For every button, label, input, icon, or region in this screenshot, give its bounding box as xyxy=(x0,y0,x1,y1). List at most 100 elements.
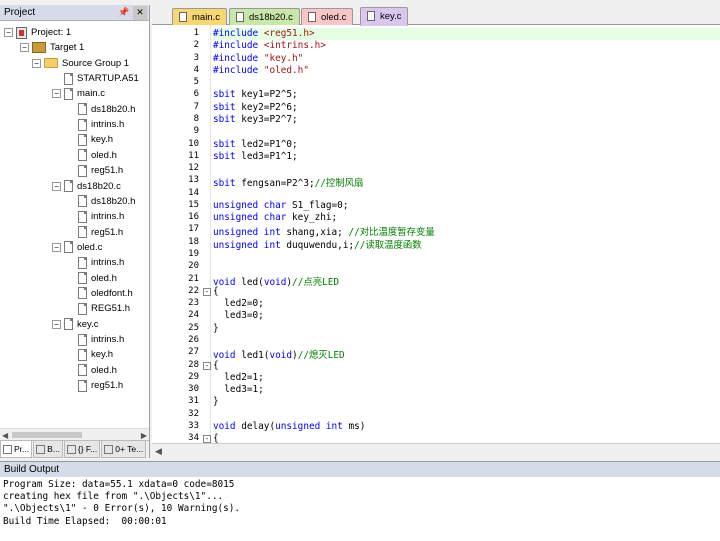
line-number: 3 xyxy=(193,52,199,63)
code-line[interactable]: sbit key2=P2^6; xyxy=(213,102,298,114)
build-output-text[interactable]: Program Size: data=55.1 xdata=0 code=801… xyxy=(0,477,720,530)
code-token: unsigned int xyxy=(213,239,287,251)
code-line[interactable]: { xyxy=(213,433,219,443)
tree-item-file[interactable]: intrins.h xyxy=(66,332,124,347)
code-line[interactable]: unsigned char S1_flag=0; xyxy=(213,200,348,212)
collapse-toggle-icon[interactable]: − xyxy=(52,319,61,329)
fold-toggle-icon[interactable]: - xyxy=(203,287,211,296)
collapse-toggle-icon[interactable]: − xyxy=(20,43,29,53)
collapse-toggle-icon[interactable]: − xyxy=(4,28,13,37)
tree-item-file[interactable]: intrins.h xyxy=(66,117,124,132)
code-line[interactable]: { xyxy=(213,286,219,298)
code-line[interactable]: led3=1; xyxy=(213,384,264,396)
tree-item-file[interactable]: intrins.h xyxy=(66,209,124,224)
code-token: unsigned char xyxy=(213,199,293,211)
code-line[interactable]: } xyxy=(213,323,219,335)
code-line[interactable]: led3=0; xyxy=(213,310,264,322)
fold-toggle-icon[interactable]: - xyxy=(203,435,211,444)
scroll-left-icon[interactable]: ◀ xyxy=(155,446,162,457)
tree-item-file[interactable]: − main.c xyxy=(52,86,105,101)
code-token: led( xyxy=(241,276,264,288)
code-line[interactable]: sbit led3=P1^1; xyxy=(213,151,298,163)
editor-horizontal-scrollbar[interactable]: ◀ xyxy=(152,443,720,458)
tree-item-file[interactable]: oled.h xyxy=(66,271,117,286)
tree-item-target[interactable]: − Target 1 xyxy=(20,40,84,55)
code-token: key1=P2^5; xyxy=(241,89,298,101)
code-line[interactable]: #include <reg51.h> xyxy=(213,28,720,40)
tree-item-file[interactable]: − ds18b20.c xyxy=(52,179,121,194)
code-editor[interactable]: #include <reg51.h> #include <intrins.h> #i… xyxy=(213,25,720,443)
tree-item-file[interactable]: intrins.h xyxy=(66,255,124,270)
code-line[interactable]: led2=1; xyxy=(213,372,264,384)
file-icon xyxy=(179,12,187,22)
editor-tab[interactable]: main.c xyxy=(172,8,227,25)
tree-item-file[interactable]: oled.h xyxy=(66,148,117,163)
tree-item-label: reg51.h xyxy=(91,226,124,238)
tree-horizontal-scrollbar[interactable]: ◀ ▶ xyxy=(0,428,149,440)
panel-tab-label: {} F... xyxy=(77,444,98,454)
panel-tab-icon xyxy=(3,444,12,454)
tree-item-file[interactable]: reg51.h xyxy=(66,225,123,240)
code-line[interactable]: unsigned char key_zhi; xyxy=(213,212,337,224)
code-line[interactable]: } xyxy=(213,396,219,408)
build-output-title: Build Output xyxy=(4,464,60,475)
scroll-right-icon[interactable]: ▶ xyxy=(141,431,147,440)
tree-item-file[interactable]: key.h xyxy=(66,347,113,362)
code-line[interactable]: sbit key3=P2^7; xyxy=(213,114,298,126)
tree-item-folder[interactable]: − Source Group 1 xyxy=(32,56,129,71)
editor-tab-label: main.c xyxy=(192,11,220,23)
project-panel-header: Project 📌 ✕ xyxy=(0,5,149,21)
code-line[interactable]: { xyxy=(213,360,219,372)
code-line[interactable]: #include "key.h" xyxy=(213,53,303,65)
code-line[interactable]: sbit key1=P2^5; xyxy=(213,89,298,101)
code-token: { xyxy=(213,433,219,443)
editor-tab[interactable]: key.c xyxy=(360,7,409,26)
code-token: //读取温度函数 xyxy=(354,239,422,251)
code-line[interactable]: void led1(void)//熄灭LED xyxy=(213,347,345,361)
collapse-toggle-icon[interactable]: − xyxy=(32,58,41,68)
code-token: key3=P2^7; xyxy=(241,113,298,125)
collapse-toggle-icon[interactable]: − xyxy=(52,181,61,191)
code-line[interactable]: sbit fengsan=P2^3;//控制风扇 xyxy=(213,175,363,189)
scroll-thumb[interactable] xyxy=(12,432,82,438)
code-line[interactable]: unsigned int duquwendu,i;//读取温度函数 xyxy=(213,237,422,251)
tree-item-file[interactable]: REG51.h xyxy=(66,301,130,316)
pin-icon[interactable]: 📌 xyxy=(117,6,131,20)
tree-item-file[interactable]: oled.h xyxy=(66,363,117,378)
tree-item-file[interactable]: ds18b20.h xyxy=(66,194,135,209)
tree-item-file[interactable]: key.h xyxy=(66,132,113,147)
code-line[interactable]: sbit led2=P1^0; xyxy=(213,139,298,151)
line-number: 31 xyxy=(188,396,199,407)
panel-tab[interactable]: 0+ Te... xyxy=(101,441,147,458)
line-number: 23 xyxy=(188,298,199,309)
tree-item-project[interactable]: − Project: 1 xyxy=(4,25,71,40)
code-line[interactable]: void delay(unsigned int ms) xyxy=(213,421,365,433)
line-number: 29 xyxy=(188,371,199,382)
editor-tab[interactable]: oled.c xyxy=(301,8,354,25)
fold-toggle-icon[interactable]: - xyxy=(203,361,211,370)
tree-item-label: key.c xyxy=(77,318,99,330)
tree-item-file[interactable]: oledfont.h xyxy=(66,286,133,301)
panel-tab[interactable]: Pr... xyxy=(0,441,33,458)
panel-tab[interactable]: B... xyxy=(33,441,63,458)
code-line[interactable]: #include <intrins.h> xyxy=(213,40,326,52)
project-tree[interactable]: − Project: 1− Target 1− Source Group 1 START… xyxy=(0,23,149,428)
code-line[interactable]: unsigned int shang,xia; //对比温度暂存变量 xyxy=(213,224,435,238)
code-line[interactable]: #include "oled.h" xyxy=(213,65,309,77)
tree-item-file[interactable]: reg51.h xyxy=(66,378,123,393)
panel-tab[interactable]: {} F... xyxy=(63,441,101,458)
build-output-line: creating hex file from ".\Objects\1"... xyxy=(3,491,224,503)
line-number: 13 xyxy=(188,175,199,186)
tree-item-file[interactable]: ds18b20.h xyxy=(66,102,135,117)
code-line[interactable]: void led(void)//点亮LED xyxy=(213,274,339,288)
collapse-toggle-icon[interactable]: − xyxy=(52,89,61,99)
tree-item-file[interactable]: − oled.c xyxy=(52,240,102,255)
scroll-left-icon[interactable]: ◀ xyxy=(2,431,8,440)
tree-item-file[interactable]: STARTUP.A51 xyxy=(52,71,139,86)
collapse-toggle-icon[interactable]: − xyxy=(52,242,61,252)
close-icon[interactable]: ✕ xyxy=(133,5,147,20)
code-line[interactable]: led2=0; xyxy=(213,298,264,310)
tree-item-file[interactable]: reg51.h xyxy=(66,163,123,178)
tree-item-file[interactable]: − key.c xyxy=(52,317,98,332)
editor-tab[interactable]: ds18b20.c xyxy=(229,8,300,25)
